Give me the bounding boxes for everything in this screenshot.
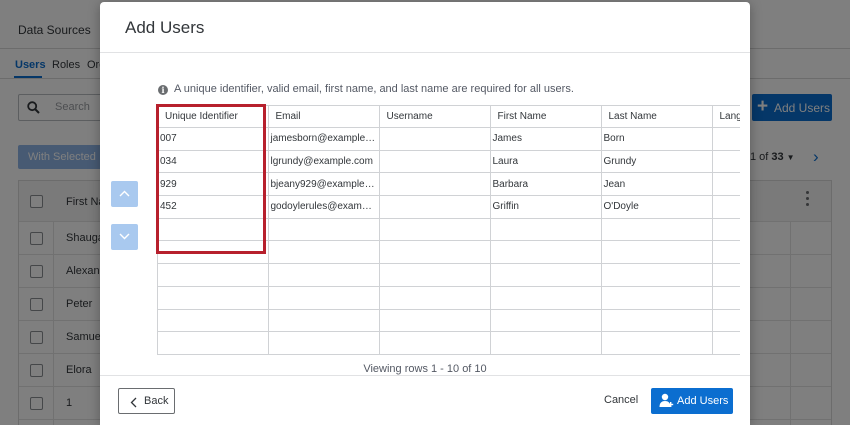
column-header-first-name[interactable]: First Name bbox=[490, 105, 602, 128]
grid-row: 034 lgrundy@example.com Laura Grundy bbox=[158, 150, 740, 174]
grid-cell-username[interactable] bbox=[379, 331, 491, 354]
grid-cell-unique-identifier[interactable]: 034 bbox=[158, 150, 269, 174]
info-message: A unique identifier, valid email, first … bbox=[174, 83, 574, 95]
grid-cell-language[interactable] bbox=[712, 150, 740, 174]
viewing-rows-text: Viewing rows 1 - 10 of 10 bbox=[363, 363, 487, 375]
grid-cell-language[interactable] bbox=[712, 331, 740, 354]
back-button[interactable]: Back bbox=[118, 388, 175, 414]
grid-cell-unique-identifier[interactable] bbox=[158, 218, 269, 242]
grid-cell-unique-identifier[interactable] bbox=[158, 309, 269, 333]
grid-row bbox=[158, 218, 740, 242]
grid-cell-email[interactable]: lgrundy@example.com bbox=[268, 150, 380, 174]
grid-row bbox=[158, 263, 740, 287]
column-header-unique-identifier[interactable]: Unique Identifier bbox=[158, 105, 269, 128]
grid-cell-language[interactable] bbox=[712, 172, 740, 197]
grid-row bbox=[158, 331, 740, 354]
move-down-button[interactable] bbox=[111, 224, 138, 250]
divider bbox=[100, 52, 750, 53]
add-users-submit-button[interactable]: Add Users bbox=[651, 388, 733, 414]
grid-cell-last-name[interactable]: Grundy bbox=[601, 150, 713, 174]
users-grid: Unique Identifier Email Username First N… bbox=[157, 105, 740, 355]
grid-cell-last-name[interactable] bbox=[601, 309, 713, 333]
chevron-down-icon bbox=[119, 233, 130, 240]
grid-cell-last-name[interactable]: Jean bbox=[601, 172, 713, 197]
grid-row: 452 godoylerules@example… Griffin O'Doyle bbox=[158, 195, 740, 219]
grid-cell-username[interactable] bbox=[379, 286, 491, 310]
column-header-language[interactable]: Lang bbox=[712, 105, 740, 128]
grid-row: 929 bjeany929@example.com Barbara Jean bbox=[158, 172, 740, 197]
add-users-label: Add Users bbox=[677, 395, 729, 407]
grid-cell-first-name[interactable] bbox=[490, 309, 602, 333]
grid-cell-language[interactable] bbox=[712, 127, 740, 151]
grid-row: 007 jamesborn@example.c… James Born bbox=[158, 127, 740, 151]
grid-cell-unique-identifier[interactable] bbox=[158, 286, 269, 310]
grid-cell-last-name[interactable] bbox=[601, 218, 713, 242]
grid-cell-unique-identifier[interactable]: 452 bbox=[158, 195, 269, 219]
grid-cell-unique-identifier[interactable] bbox=[158, 331, 269, 354]
grid-cell-first-name[interactable] bbox=[490, 263, 602, 287]
column-header-last-name[interactable]: Last Name bbox=[601, 105, 713, 128]
grid-cell-unique-identifier[interactable]: 007 bbox=[158, 127, 269, 151]
back-label: Back bbox=[144, 395, 169, 407]
grid-cell-language[interactable] bbox=[712, 286, 740, 310]
grid-cell-first-name[interactable]: Laura bbox=[490, 150, 602, 174]
column-header-email[interactable]: Email bbox=[268, 105, 380, 128]
grid-cell-unique-identifier[interactable] bbox=[158, 263, 269, 287]
cancel-button[interactable]: Cancel bbox=[604, 394, 638, 406]
grid-header-row: Unique Identifier Email Username First N… bbox=[158, 105, 740, 128]
grid-cell-first-name[interactable]: Barbara bbox=[490, 172, 602, 197]
grid-cell-first-name[interactable] bbox=[490, 331, 602, 354]
grid-cell-last-name[interactable] bbox=[601, 331, 713, 354]
grid-cell-email[interactable] bbox=[268, 218, 380, 242]
grid-cell-last-name[interactable]: O'Doyle bbox=[601, 195, 713, 219]
grid-cell-first-name[interactable] bbox=[490, 286, 602, 310]
info-icon: i bbox=[158, 85, 168, 95]
grid-cell-language[interactable] bbox=[712, 309, 740, 333]
grid-cell-first-name[interactable] bbox=[490, 218, 602, 242]
grid-cell-last-name[interactable]: Born bbox=[601, 127, 713, 151]
grid-cell-last-name[interactable] bbox=[601, 286, 713, 310]
grid-cell-username[interactable] bbox=[379, 127, 491, 151]
move-up-button[interactable] bbox=[111, 181, 138, 207]
grid-cell-username[interactable] bbox=[379, 263, 491, 287]
grid-cell-email[interactable]: bjeany929@example.com bbox=[268, 172, 380, 197]
grid-cell-language[interactable] bbox=[712, 263, 740, 287]
grid-cell-username[interactable] bbox=[379, 150, 491, 174]
grid-cell-email[interactable] bbox=[268, 240, 380, 265]
grid-cell-email[interactable] bbox=[268, 286, 380, 310]
divider bbox=[100, 375, 750, 376]
grid-cell-email[interactable] bbox=[268, 309, 380, 333]
grid-cell-email[interactable] bbox=[268, 263, 380, 287]
grid-cell-username[interactable] bbox=[379, 218, 491, 242]
grid-cell-email[interactable] bbox=[268, 331, 380, 354]
modal-title: Add Users bbox=[125, 18, 205, 37]
grid-row bbox=[158, 240, 740, 265]
grid-cell-username[interactable] bbox=[379, 195, 491, 219]
grid-cell-username[interactable] bbox=[379, 309, 491, 333]
grid-row bbox=[158, 309, 740, 333]
grid-cell-email[interactable]: godoylerules@example… bbox=[268, 195, 380, 219]
grid-cell-language[interactable] bbox=[712, 218, 740, 242]
grid-cell-last-name[interactable] bbox=[601, 240, 713, 265]
grid-cell-username[interactable] bbox=[379, 240, 491, 265]
chevron-up-icon bbox=[119, 190, 130, 197]
grid-cell-unique-identifier[interactable] bbox=[158, 240, 269, 265]
add-users-modal: Add Users i A unique identifier, valid e… bbox=[100, 2, 750, 425]
grid-cell-first-name[interactable]: James bbox=[490, 127, 602, 151]
grid-cell-username[interactable] bbox=[379, 172, 491, 197]
grid-cell-email[interactable]: jamesborn@example.c… bbox=[268, 127, 380, 151]
chevron-left-icon bbox=[130, 397, 137, 408]
grid-cell-language[interactable] bbox=[712, 195, 740, 219]
grid-cell-language[interactable] bbox=[712, 240, 740, 265]
add-user-icon bbox=[659, 393, 674, 407]
grid-cell-first-name[interactable] bbox=[490, 240, 602, 265]
grid-cell-unique-identifier[interactable]: 929 bbox=[158, 172, 269, 197]
grid-cell-first-name[interactable]: Griffin bbox=[490, 195, 602, 219]
column-header-username[interactable]: Username bbox=[379, 105, 491, 128]
grid-cell-last-name[interactable] bbox=[601, 263, 713, 287]
grid-row bbox=[158, 286, 740, 310]
